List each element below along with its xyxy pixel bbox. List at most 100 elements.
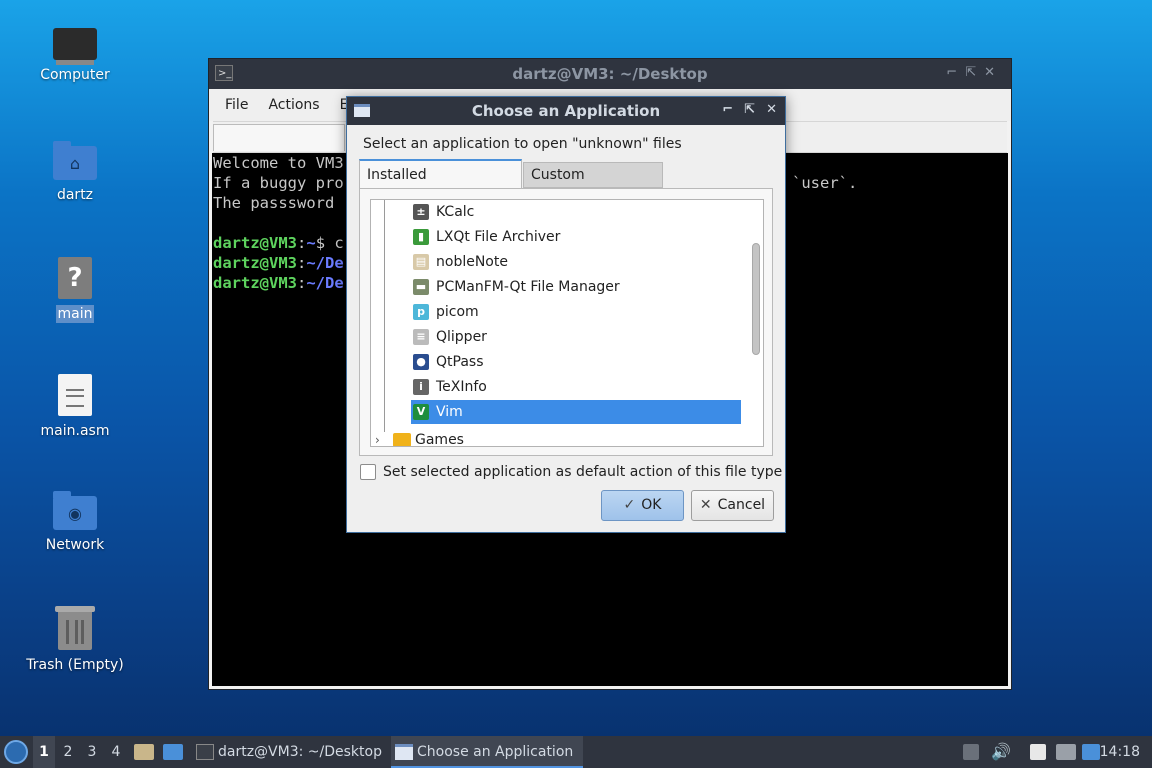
tree-guide-line	[384, 200, 385, 432]
desktop-icon-main-asm[interactable]: main.asm	[22, 374, 128, 440]
noblenote-icon: ▤	[413, 254, 429, 270]
qtpass-icon: ●	[413, 354, 429, 370]
tab-installed-applications[interactable]: Installed Applications	[359, 159, 522, 211]
cancel-label: Cancel	[717, 497, 766, 513]
qlipper-icon: ≡	[413, 329, 429, 345]
app-row-qlipper[interactable]: ≡ Qlipper	[411, 325, 741, 349]
maximize-icon[interactable]: ⇱	[965, 65, 984, 80]
volume-icon[interactable]: 🔊	[991, 736, 1011, 768]
minimize-icon[interactable]: ⌐	[946, 65, 965, 80]
text-file-icon	[58, 374, 92, 416]
desktop-icon-label: main	[55, 305, 95, 323]
scrollbar-thumb[interactable]	[752, 243, 760, 355]
terminal-titlebar[interactable]: >_ dartz@VM3: ~/Desktop ⌐⇱✕	[209, 59, 1011, 89]
chevron-right-icon[interactable]: ›	[375, 428, 380, 446]
taskbar: 1 2 3 4 dartz@VM3: ~/Desktop Choose an A…	[0, 736, 1152, 768]
home-folder-icon: ⌂	[53, 141, 97, 180]
network-folder-icon: ◉	[53, 491, 97, 530]
trash-icon	[55, 606, 95, 650]
close-icon[interactable]: ✕	[984, 65, 1003, 80]
desktop-icon-label: Trash (Empty)	[26, 657, 124, 673]
app-row-picom[interactable]: p picom	[411, 300, 741, 324]
desktop-icon-label: Network	[45, 537, 105, 553]
workspace-2[interactable]: 2	[57, 736, 79, 768]
desktop-icon-dartz[interactable]: ⌂ dartz	[22, 140, 128, 204]
ok-button[interactable]: ✓ OK	[601, 490, 684, 521]
desktop-icon-network[interactable]: ◉ Network	[22, 490, 128, 554]
task-terminal[interactable]: dartz@VM3: ~/Desktop	[192, 736, 414, 768]
show-desktop-icon[interactable]	[163, 744, 183, 760]
app-row-texinfo[interactable]: i TeXInfo	[411, 375, 741, 399]
workspace-1[interactable]: 1	[33, 736, 55, 768]
tab-custom-command[interactable]: Custom Command	[523, 162, 663, 207]
vim-icon: V	[413, 404, 429, 420]
close-icon[interactable]: ✕	[766, 102, 777, 117]
desktop-icon-label: dartz	[56, 187, 94, 203]
app-name: picom	[436, 304, 479, 320]
window-icon	[395, 744, 413, 760]
terminal-icon	[196, 744, 214, 760]
dialog-title: Choose an Application	[471, 102, 661, 120]
application-tree[interactable]: ± KCalc ▮ LXQt File Archiver ▤ nobleNote ▬ PCMa…	[370, 199, 764, 447]
app-name: KCalc	[436, 204, 475, 220]
app-name: nobleNote	[436, 254, 508, 270]
app-row-lxqt-file-archiver[interactable]: ▮ LXQt File Archiver	[411, 225, 741, 249]
terminal-title: dartz@VM3: ~/Desktop	[512, 65, 708, 83]
app-name: TeXInfo	[436, 379, 487, 395]
dialog-titlebar[interactable]: Choose an Application ⌐ ⇱ ✕	[347, 97, 785, 125]
app-row-vim[interactable]: V Vim	[411, 400, 741, 424]
dialog-prompt: Select an application to open "unknown" …	[363, 136, 682, 152]
workspace-3[interactable]: 3	[81, 736, 103, 768]
app-name: PCManFM-Qt File Manager	[436, 279, 620, 295]
minimize-icon[interactable]: ⌐	[722, 102, 733, 117]
choose-application-dialog[interactable]: Choose an Application ⌐ ⇱ ✕ Select an ap…	[346, 96, 786, 533]
app-name: Qlipper	[436, 329, 487, 345]
file-manager-launcher-icon[interactable]	[134, 744, 154, 760]
start-menu-icon[interactable]	[4, 740, 28, 764]
app-name: LXQt File Archiver	[436, 229, 561, 245]
tree-scrollbar[interactable]	[752, 203, 760, 443]
ok-label: OK	[641, 497, 662, 513]
task-label: Choose an Application	[417, 744, 574, 760]
desktop-icon-label: Computer	[40, 67, 110, 83]
terminal-line-tail: `user`.	[792, 174, 858, 192]
app-row-pcmanfm-qt-file-manager[interactable]: ▬ PCManFM-Qt File Manager	[411, 275, 741, 299]
info-icon: i	[413, 379, 429, 395]
unknown-file-icon: ?	[58, 257, 92, 299]
notification-icon[interactable]	[1082, 744, 1100, 760]
default-action-checkbox[interactable]	[360, 464, 376, 480]
clipboard-icon[interactable]	[1030, 744, 1046, 760]
default-action-label[interactable]: Set selected application as default acti…	[383, 464, 782, 480]
file-manager-icon: ▬	[413, 279, 429, 295]
workspace-4[interactable]: 4	[105, 736, 127, 768]
desktop-icon-computer[interactable]: Computer	[22, 24, 128, 84]
network-icon[interactable]	[1056, 744, 1076, 760]
window-controls[interactable]: ⌐⇱✕	[946, 65, 1003, 80]
task-choose-application[interactable]: Choose an Application	[391, 736, 583, 768]
close-icon: ✕	[699, 497, 712, 513]
menu-file[interactable]: File	[215, 97, 258, 113]
clock[interactable]: 14:18	[1100, 736, 1140, 768]
computer-icon	[53, 28, 97, 60]
tree-group-label: Games	[415, 432, 464, 447]
cancel-button[interactable]: ✕ Cancel	[691, 490, 774, 521]
games-icon	[393, 433, 411, 446]
desktop-icon-label: main.asm	[40, 423, 110, 439]
app-row-kcalc[interactable]: ± KCalc	[411, 200, 741, 224]
picom-icon: p	[413, 304, 429, 320]
app-name: QtPass	[436, 354, 484, 370]
tray-arrow-icon[interactable]	[963, 744, 979, 760]
archiver-icon: ▮	[413, 229, 429, 245]
task-label: dartz@VM3: ~/Desktop	[218, 744, 382, 760]
kcalc-icon: ±	[413, 204, 429, 220]
app-row-noblenote[interactable]: ▤ nobleNote	[411, 250, 741, 274]
menu-actions[interactable]: Actions	[258, 97, 329, 113]
tab-panel: ± KCalc ▮ LXQt File Archiver ▤ nobleNote ▬ PCMa…	[359, 188, 773, 456]
desktop-icon-main[interactable]: ? main	[22, 257, 128, 323]
app-row-qtpass[interactable]: ● QtPass	[411, 350, 741, 374]
maximize-icon[interactable]: ⇱	[744, 102, 755, 117]
terminal-tab[interactable]	[213, 124, 345, 151]
checkmark-icon: ✓	[623, 497, 636, 513]
app-name: Vim	[436, 404, 463, 420]
desktop-icon-trash[interactable]: Trash (Empty)	[22, 606, 128, 674]
